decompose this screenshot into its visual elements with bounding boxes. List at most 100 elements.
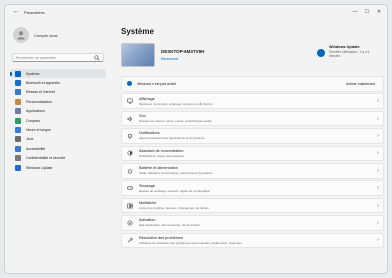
card-title: Stockage — [139, 183, 155, 188]
card-title: Batterie et alimentation — [139, 166, 178, 171]
chevron-right-icon: › — [377, 219, 379, 226]
profile[interactable]: Compte local — [13, 27, 57, 43]
card-description: Alertes provenant des applications et du… — [139, 136, 205, 141]
wrench-icon — [127, 237, 133, 243]
power-icon — [127, 168, 133, 174]
device-image — [121, 43, 155, 67]
brush-icon — [15, 98, 21, 105]
windows-update-title: Windows Update — [329, 45, 360, 49]
card-description: Ancrer les fenêtres, bureaux, changement… — [139, 206, 209, 211]
settings-card-8[interactable]: Résolution des problèmes Utilitaires de r… — [121, 232, 384, 249]
sidebar-item-10[interactable]: Windows Update — [10, 163, 106, 172]
app-title: Paramètres — [24, 9, 45, 15]
windows-update-status: Dernière vérification : Il y a 6 minutes — [329, 50, 370, 58]
window-controls: — ☐ ✕ — [349, 5, 385, 19]
card-description: Espace de stockage, lecteurs, règles de … — [139, 188, 211, 193]
sidebar-item-2[interactable]: Réseau et Internet — [10, 88, 106, 97]
activation-text: Windows n'est pas activé — [137, 81, 177, 86]
sidebar-item-0[interactable]: Système — [10, 69, 106, 79]
chevron-right-icon: › — [377, 185, 379, 192]
sidebar-item-5[interactable]: Comptes — [10, 116, 106, 125]
sidebar-item-label: Applications — [26, 109, 45, 114]
bluetooth-icon — [15, 80, 21, 87]
chevron-right-icon: › — [377, 150, 379, 157]
search-box[interactable] — [12, 53, 104, 62]
card-title: Son — [139, 114, 146, 119]
chevron-right-icon: › — [377, 115, 379, 122]
globe-icon — [15, 127, 21, 134]
rename-link[interactable]: Renommer — [161, 57, 204, 61]
search-input[interactable] — [16, 55, 94, 60]
chevron-right-icon: › — [377, 202, 379, 209]
minimize-button[interactable]: — — [349, 5, 361, 19]
card-title: Activation — [139, 218, 156, 223]
sidebar-item-label: Confidentialité et sécurité — [26, 156, 66, 161]
display-icon — [127, 98, 133, 104]
sidebar-item-9[interactable]: Confidentialité et sécurité — [10, 154, 106, 163]
settings-window: ← Paramètres — ☐ ✕ Compte local Syst — [4, 4, 388, 274]
activate-now-button[interactable]: Activer maintenant — [346, 82, 375, 86]
card-title: Notifications — [139, 131, 160, 136]
update-icon — [15, 164, 21, 171]
card-description: Veille, utilisation de la batterie, écon… — [139, 171, 213, 176]
card-title: Multitâche — [139, 201, 157, 206]
chevron-right-icon: › — [377, 237, 379, 244]
activation-dot-icon — [127, 81, 132, 87]
settings-card-7[interactable]: Activation État d'activation, abonnements… — [121, 215, 384, 231]
apps-icon — [15, 108, 21, 115]
card-title: Assistant de concentration — [139, 148, 184, 153]
sidebar-item-3[interactable]: Personnalisation — [10, 97, 106, 106]
activation-icon — [127, 220, 133, 226]
gamepad-icon — [15, 136, 21, 143]
back-button[interactable]: ← — [10, 6, 22, 18]
monitor-icon — [15, 70, 21, 77]
accessibility-icon — [15, 145, 21, 152]
sidebar-item-label: Jeux — [26, 137, 34, 142]
sidebar-item-6[interactable]: Heure et langue — [10, 125, 106, 134]
main-content: Système DESKTOP-6M3TV8H Renommer Windows… — [113, 19, 387, 273]
network-icon — [15, 89, 21, 96]
profile-name: Compte local — [34, 32, 58, 38]
sidebar: Compte local Système Bluetooth et apparei… — [5, 19, 110, 273]
settings-cards: Windows n'est pas activé Activer mainten… — [121, 76, 384, 250]
user-icon — [17, 31, 25, 40]
card-title: Affichage — [139, 96, 155, 101]
card-description: Niveaux de volume, sortie, entrée, périp… — [139, 119, 212, 124]
sidebar-item-label: Bluetooth et appareils — [26, 81, 60, 86]
settings-card-3[interactable]: Assistant de concentration Notifications,… — [121, 145, 384, 162]
focus-icon — [127, 150, 133, 156]
sidebar-item-label: Windows Update — [26, 165, 53, 170]
device-name: DESKTOP-6M3TV8H — [161, 49, 205, 54]
title-bar: ← Paramètres — ☐ ✕ — [5, 5, 387, 19]
settings-card-2[interactable]: Notifications Alertes provenant des appli… — [121, 128, 384, 144]
card-description: Moniteurs, luminosité, éclairage nocturn… — [139, 101, 213, 106]
sidebar-item-label: Système — [26, 71, 40, 76]
maximize-button[interactable]: ☐ — [361, 5, 373, 19]
sidebar-item-7[interactable]: Jeux — [10, 135, 106, 144]
settings-card-4[interactable]: Batterie et alimentation Veille, utilisat… — [121, 162, 384, 179]
windows-update-icon — [317, 49, 325, 57]
settings-card-1[interactable]: Son Niveaux de volume, sortie, entrée, pé… — [121, 110, 384, 127]
sidebar-nav: Système Bluetooth et appareils Réseau et I… — [10, 69, 106, 172]
card-title: Résolution des problèmes — [139, 235, 183, 240]
sidebar-item-8[interactable]: Accessibilité — [10, 144, 106, 153]
windows-update-summary[interactable]: Windows Update Dernière vérification : I… — [317, 45, 379, 58]
chevron-right-icon: › — [377, 167, 379, 174]
device-info: DESKTOP-6M3TV8H Renommer — [121, 43, 204, 67]
sidebar-item-label: Comptes — [26, 118, 41, 123]
bell-icon — [127, 133, 133, 139]
close-button[interactable]: ✕ — [373, 5, 385, 19]
accounts-icon — [15, 117, 21, 124]
settings-card-5[interactable]: Stockage Espace de stockage, lecteurs, rè… — [121, 180, 384, 196]
card-description: Utilitaires de résolution des problèmes … — [139, 240, 242, 245]
sidebar-item-1[interactable]: Bluetooth et appareils — [10, 78, 106, 87]
search-icon[interactable] — [94, 54, 100, 61]
shield-icon — [15, 155, 21, 162]
card-description: État d'activation, abonnements, clé de p… — [139, 223, 200, 228]
sidebar-item-4[interactable]: Applications — [10, 107, 106, 116]
settings-card-6[interactable]: Multitâche Ancrer les fenêtres, bureaux, … — [121, 197, 384, 214]
avatar — [13, 27, 29, 43]
chevron-right-icon: › — [377, 132, 379, 139]
sound-icon — [127, 116, 133, 122]
settings-card-0[interactable]: Affichage Moniteurs, luminosité, éclairag… — [121, 93, 384, 109]
